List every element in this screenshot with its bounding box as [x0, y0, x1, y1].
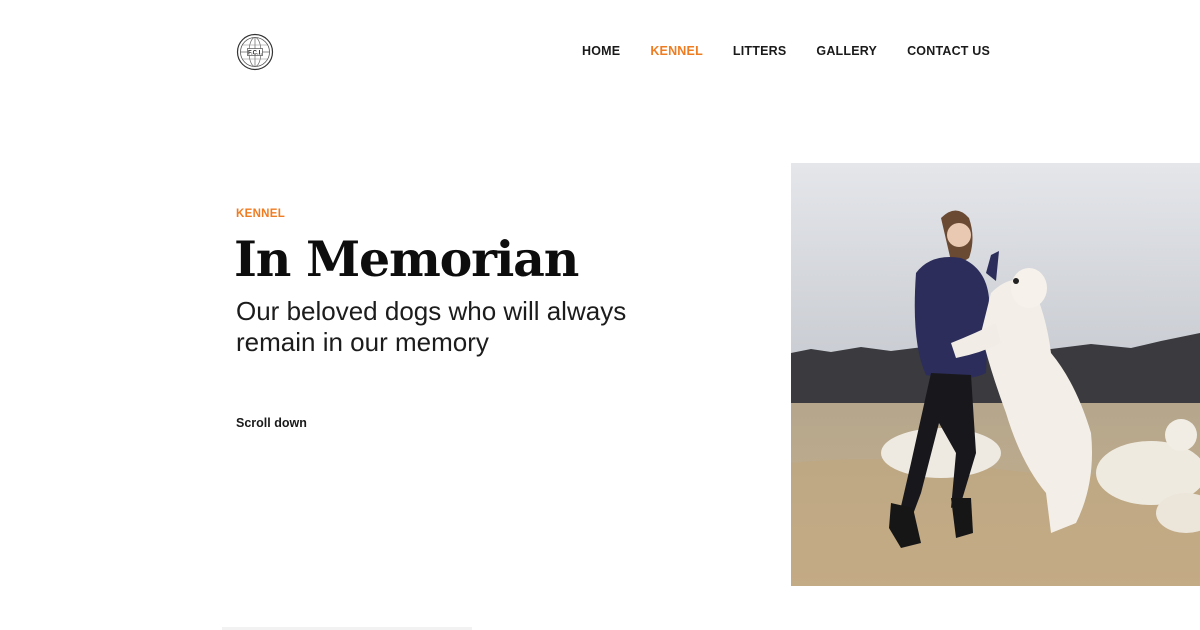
- section-eyebrow: KENNEL: [236, 208, 286, 220]
- main-nav: HOME KENNEL LITTERS GALLERY CONTACT US: [582, 44, 990, 58]
- hero-photo: [791, 163, 1200, 586]
- svg-text:F.C.I.: F.C.I.: [248, 50, 262, 56]
- photo-woman-with-white-dogs: [791, 163, 1200, 586]
- nav-item-home[interactable]: HOME: [582, 44, 620, 58]
- page-subtitle: Our beloved dogs who will always remain …: [236, 296, 627, 357]
- nav-item-litters[interactable]: LITTERS: [733, 44, 786, 58]
- fci-logo[interactable]: F.C.I.: [236, 33, 274, 71]
- fci-globe-logo-icon: F.C.I.: [236, 33, 274, 71]
- nav-item-gallery[interactable]: GALLERY: [816, 44, 877, 58]
- page-title: In Memorian: [234, 230, 579, 288]
- scroll-down-link[interactable]: Scroll down: [236, 416, 307, 430]
- nav-item-contact-us[interactable]: CONTACT US: [907, 44, 990, 58]
- nav-item-kennel[interactable]: KENNEL: [650, 44, 703, 58]
